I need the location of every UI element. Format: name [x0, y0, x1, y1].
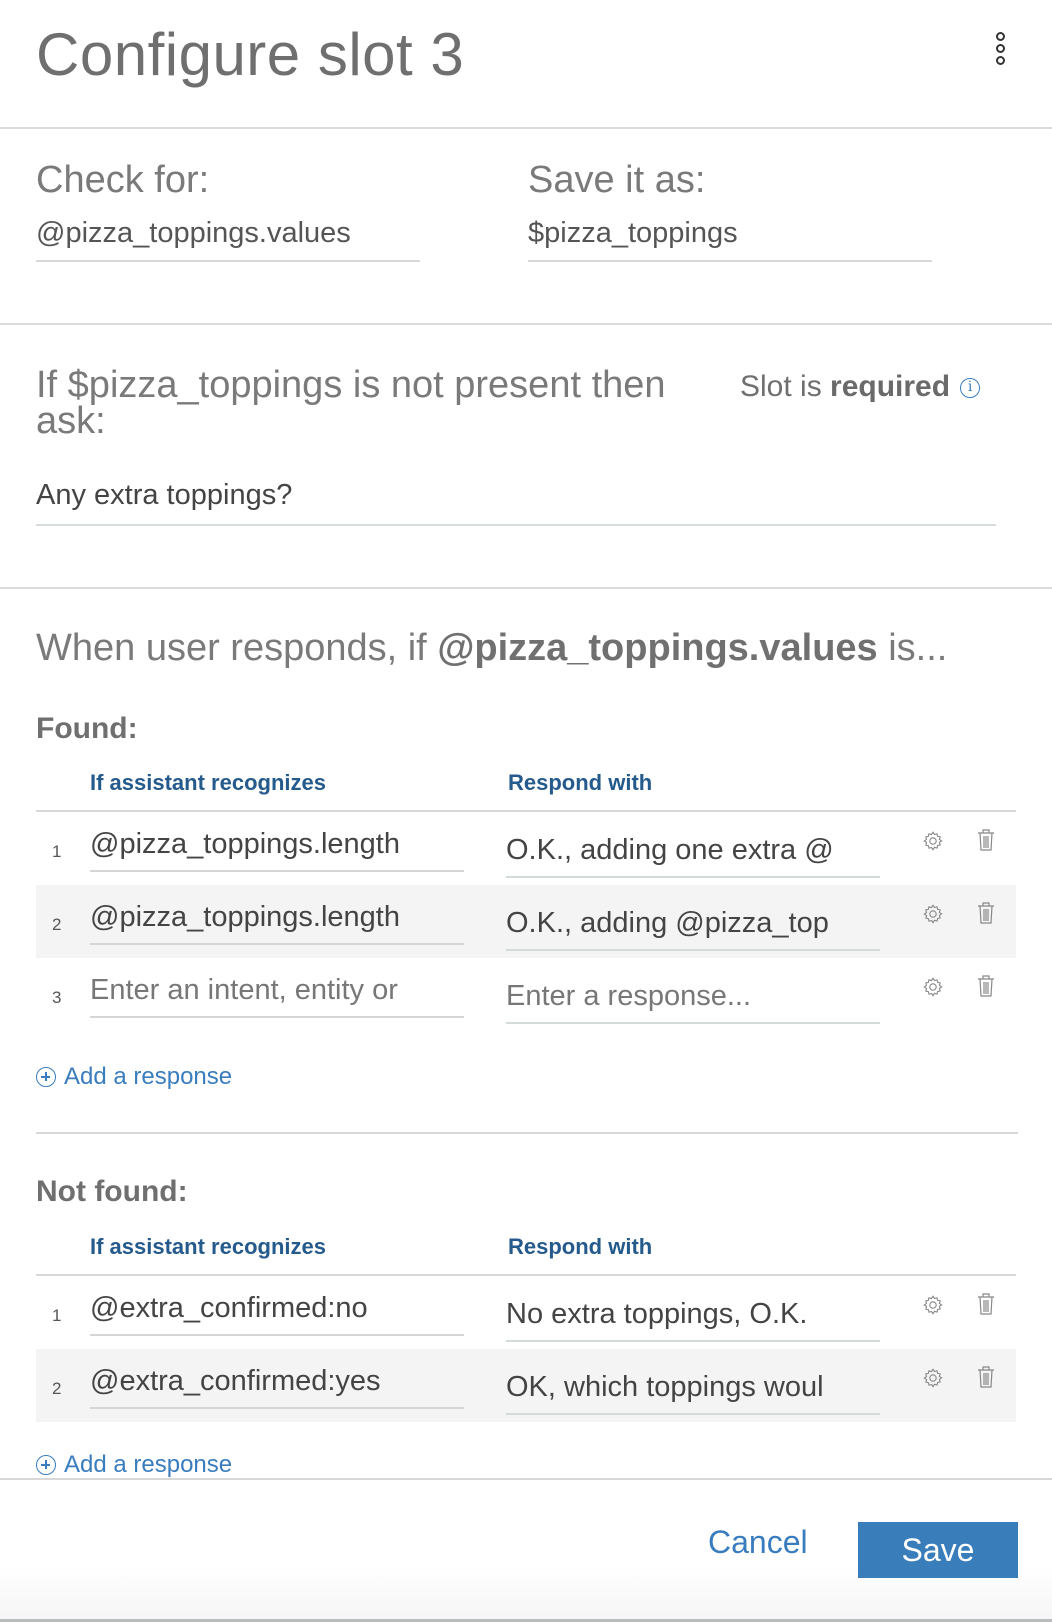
gear-icon[interactable] — [922, 903, 944, 925]
table-row: 1 @extra_confirmed:no No extra toppings,… — [36, 1276, 1016, 1349]
add-response-label: Add a response — [64, 1063, 233, 1090]
row-number: 1 — [52, 842, 62, 861]
prompt-input[interactable]: Any extra toppings? — [36, 479, 996, 526]
trash-icon[interactable] — [976, 1292, 996, 1316]
not-found-title: Not found: — [36, 1175, 188, 1208]
response-input[interactable]: Enter a response... — [506, 976, 880, 1024]
condition-input[interactable]: @extra_confirmed:no — [90, 1290, 464, 1336]
page-title: Configure slot 3 — [36, 21, 465, 88]
column-header-response: Respond with — [508, 1234, 653, 1259]
condition-input[interactable]: @extra_confirmed:yes — [90, 1363, 464, 1409]
add-circle-icon — [36, 1455, 56, 1475]
trash-icon[interactable] — [976, 1365, 996, 1389]
found-title: Found: — [36, 712, 138, 745]
modal-header: Configure slot 3 — [0, 0, 1052, 129]
check-for-input[interactable]: @pizza_toppings.values — [36, 217, 420, 262]
response-input[interactable]: No extra toppings, O.K. — [506, 1294, 880, 1342]
save-as-input[interactable]: $pizza_toppings — [528, 217, 932, 262]
responds-entity: @pizza_toppings.values — [437, 627, 878, 669]
responds-heading: When user responds, if @pizza_toppings.v… — [36, 627, 947, 670]
required-label: required — [830, 370, 951, 403]
found-table: If assistant recognizes Respond with 1 @… — [36, 764, 1016, 1031]
prompt-label: If $pizza_toppings is not present then a… — [36, 364, 666, 442]
column-header-condition: If assistant recognizes — [90, 1234, 326, 1259]
response-input[interactable]: OK, which toppings woul — [506, 1367, 880, 1415]
column-header-condition: If assistant recognizes — [90, 770, 326, 795]
info-icon[interactable]: i — [960, 378, 981, 399]
trash-icon[interactable] — [976, 828, 996, 852]
ask-section: If $pizza_toppings is not present then a… — [0, 327, 1052, 589]
save-as-label: Save it as: — [528, 159, 706, 201]
modal-footer: Cancel Save — [0, 1478, 1052, 1622]
responds-suffix: is... — [877, 627, 948, 669]
add-response-button[interactable]: Add a response — [36, 1451, 232, 1479]
required-prefix: Slot is — [740, 370, 831, 403]
column-header-response: Respond with — [508, 770, 653, 795]
divider — [36, 1132, 1018, 1134]
found-table-header: If assistant recognizes Respond with — [36, 764, 1016, 812]
add-response-button[interactable]: Add a response — [36, 1063, 232, 1091]
table-row: 1 @pizza_toppings.length O.K., adding on… — [36, 812, 1016, 885]
gear-icon[interactable] — [922, 830, 944, 852]
trash-icon[interactable] — [976, 901, 996, 925]
response-input[interactable]: O.K., adding one extra @ — [506, 830, 880, 878]
table-row: 2 @pizza_toppings.length O.K., adding @p… — [36, 885, 1016, 958]
responds-prefix: When user responds, if — [36, 627, 438, 669]
add-circle-icon — [36, 1067, 56, 1087]
table-row: 2 @extra_confirmed:yes OK, which topping… — [36, 1349, 1016, 1422]
condition-input[interactable]: Enter an intent, entity or — [90, 972, 464, 1018]
row-number: 1 — [52, 1306, 62, 1325]
condition-input[interactable]: @pizza_toppings.length — [90, 826, 464, 872]
save-button[interactable]: Save — [858, 1522, 1018, 1578]
response-input[interactable]: O.K., adding @pizza_top — [506, 903, 880, 951]
check-for-label: Check for: — [36, 159, 210, 201]
gear-icon[interactable] — [922, 1367, 944, 1389]
table-row: 3 Enter an intent, entity or Enter a res… — [36, 958, 1016, 1031]
row-number: 2 — [52, 915, 62, 934]
overflow-menu-icon[interactable] — [990, 30, 1010, 66]
not-found-table-header: If assistant recognizes Respond with — [36, 1228, 1016, 1276]
gear-icon[interactable] — [922, 976, 944, 998]
condition-input[interactable]: @pizza_toppings.length — [90, 899, 464, 945]
row-number: 3 — [52, 988, 62, 1007]
check-section: Check for: @pizza_toppings.values Save i… — [0, 131, 1052, 325]
cancel-button[interactable]: Cancel — [708, 1524, 808, 1561]
add-response-label: Add a response — [64, 1451, 233, 1478]
trash-icon[interactable] — [976, 974, 996, 998]
row-number: 2 — [52, 1379, 62, 1398]
gear-icon[interactable] — [922, 1294, 944, 1316]
slot-required-toggle[interactable]: Slot is required i — [740, 370, 981, 404]
not-found-table: If assistant recognizes Respond with 1 @… — [36, 1228, 1016, 1422]
